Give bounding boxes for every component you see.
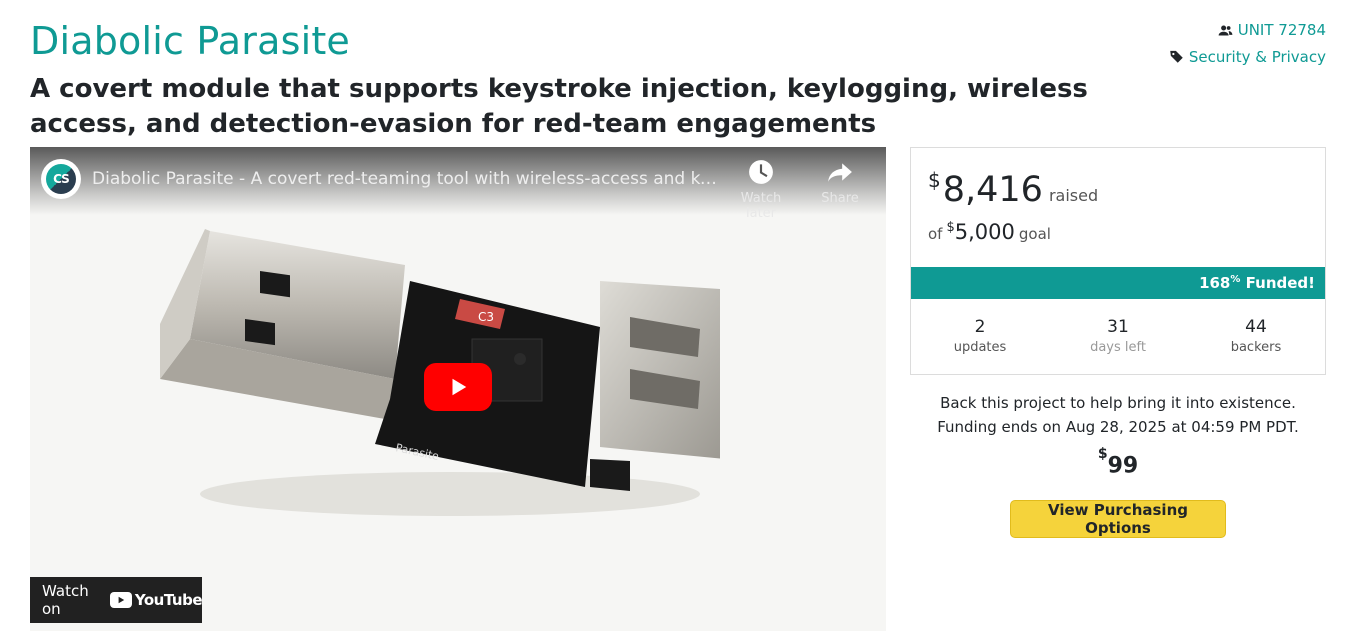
video-title[interactable]: Diabolic Parasite - A covert red-teaming… xyxy=(92,169,722,189)
stat-label: days left xyxy=(1090,340,1146,355)
stat-days-left: 31 days left xyxy=(1049,300,1187,376)
watch-later-label: Watch later xyxy=(740,191,782,221)
users-icon xyxy=(1218,25,1233,35)
goal-amount: of $ 5,000 goal xyxy=(928,220,1051,244)
video-player[interactable]: C3 Parasite CS Diabolic Parasite - A cov… xyxy=(30,147,886,631)
price-value: 99 xyxy=(1107,453,1139,479)
goal-value: 5,000 xyxy=(954,220,1015,244)
channel-avatar[interactable]: CS xyxy=(41,159,81,199)
board-chip-label: C3 xyxy=(478,310,494,324)
funding-card: $ 8,416 raised of $ 5,000 goal 168% Fund… xyxy=(910,147,1326,375)
youtube-wordmark: YouTube xyxy=(134,591,203,609)
funded-percent-sign: % xyxy=(1230,273,1241,285)
stat-updates[interactable]: 2 updates xyxy=(911,300,1049,376)
watch-on-label: Watch on xyxy=(42,582,89,618)
stat-backers[interactable]: 44 backers xyxy=(1187,300,1325,376)
funding-end-text: Funding ends on Aug 28, 2025 at 04:59 PM… xyxy=(937,418,1299,436)
funded-progress-bar: 168% Funded! xyxy=(911,267,1325,299)
tag-icon xyxy=(1170,50,1183,63)
stat-label: updates xyxy=(953,340,1007,355)
category-link[interactable]: Security & Privacy xyxy=(1169,45,1326,69)
play-icon xyxy=(452,378,467,396)
raised-amount: $ 8,416 raised xyxy=(928,168,1099,210)
stat-value: 31 xyxy=(1107,317,1129,337)
watch-on-youtube-button[interactable]: Watch on YouTube xyxy=(30,577,203,623)
clock-icon xyxy=(749,160,773,184)
project-subtitle: A covert module that supports keystroke … xyxy=(30,74,1088,139)
goal-of-label: of xyxy=(928,225,943,243)
funding-stats: 2 updates 31 days left 44 backers xyxy=(911,300,1325,376)
funding-info: Back this project to help bring it into … xyxy=(910,391,1326,439)
share-icon xyxy=(828,163,852,182)
funded-label: Funded! xyxy=(1245,274,1315,292)
raised-label: raised xyxy=(1048,186,1099,205)
watch-later-button[interactable]: Watch later xyxy=(726,159,796,221)
goal-label: goal xyxy=(1018,225,1051,243)
price-currency: $ xyxy=(1097,446,1108,462)
stat-value: 44 xyxy=(1245,317,1267,337)
share-button[interactable]: Share xyxy=(805,159,875,206)
creator-link-label: UNIT 72784 xyxy=(1237,21,1326,39)
project-title: Diabolic Parasite xyxy=(30,19,350,63)
view-purchasing-options-button[interactable]: View Purchasing Options xyxy=(1010,500,1226,538)
stat-label: backers xyxy=(1230,340,1282,355)
creator-link[interactable]: UNIT 72784 xyxy=(1218,18,1326,42)
category-link-label: Security & Privacy xyxy=(1188,47,1326,66)
raised-currency: $ xyxy=(928,168,941,192)
project-meta-links: UNIT 72784 Security & Privacy xyxy=(1169,18,1326,71)
share-label: Share xyxy=(821,191,859,206)
youtube-logo: YouTube xyxy=(109,591,203,609)
stat-value: 2 xyxy=(974,317,986,337)
funded-percent: 168 xyxy=(1199,274,1231,292)
raised-value: 8,416 xyxy=(942,170,1043,210)
goal-currency: $ xyxy=(946,220,955,235)
play-button[interactable] xyxy=(424,363,492,411)
product-price: $99 xyxy=(910,446,1326,479)
back-project-text: Back this project to help bring it into … xyxy=(940,394,1296,412)
youtube-play-icon xyxy=(109,592,132,608)
channel-logo: CS xyxy=(46,164,76,194)
